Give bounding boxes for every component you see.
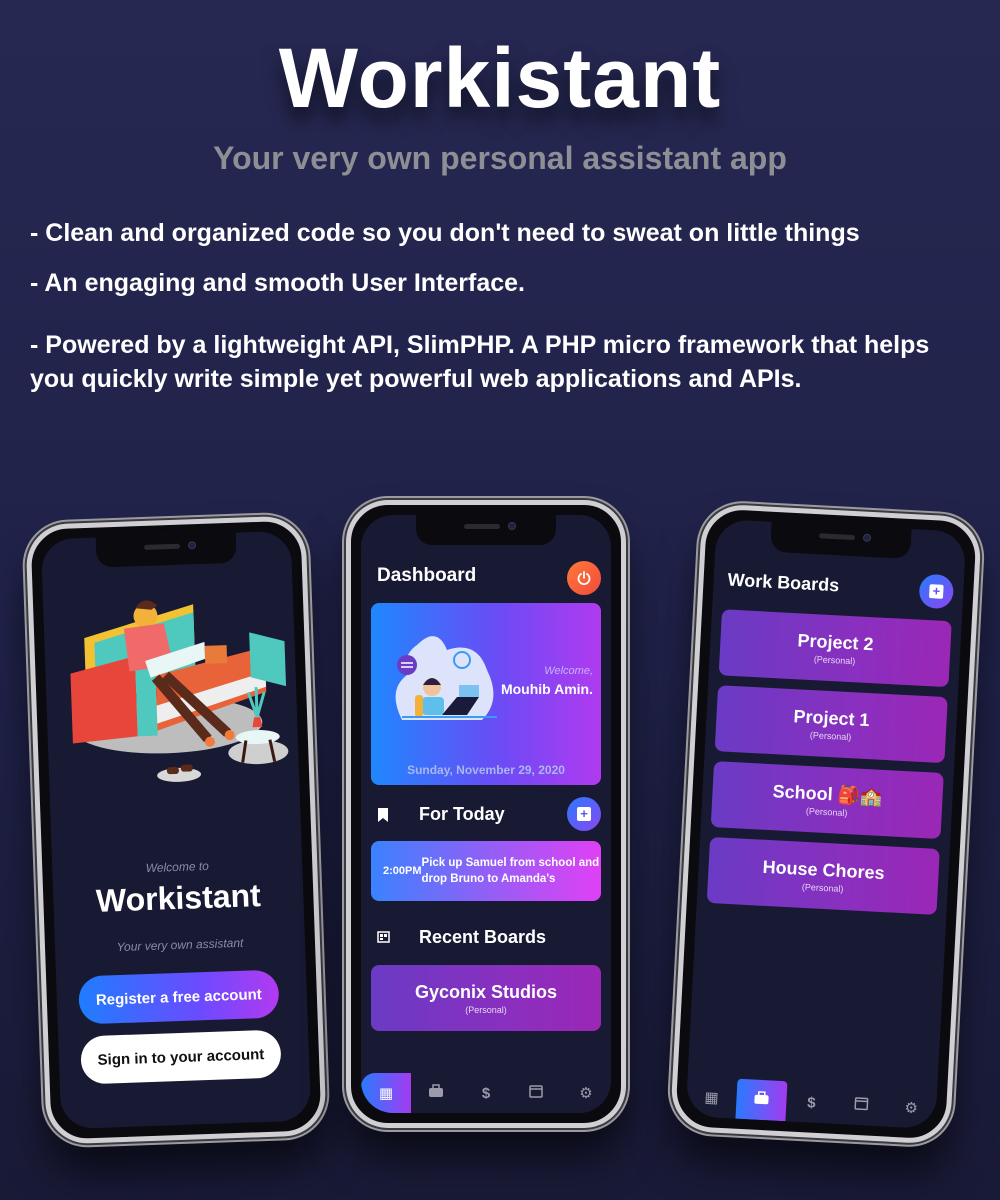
tab-settings[interactable]: ⚙ [561,1073,611,1113]
plus-icon: + [928,583,944,599]
user-name: Mouhib Amin. [500,681,593,697]
boards-icon [377,930,391,945]
dollar-icon: $ [481,1084,491,1102]
tab-boards[interactable] [411,1073,461,1113]
dollar-icon: $ [806,1093,817,1112]
task-time: 2:00PM [383,865,422,877]
register-button[interactable]: Register a free account [78,969,280,1025]
board-type: (Personal) [809,729,852,742]
board-type: (Personal) [805,805,848,818]
tab-boards[interactable] [735,1078,788,1122]
board-card[interactable]: Project 2 (Personal) [718,609,952,688]
add-board-button[interactable]: + [918,573,955,610]
board-name: Project 1 [793,705,871,730]
board-card[interactable]: House Chores (Personal) [706,836,940,915]
board-type: (Personal) [813,653,856,666]
dashboard-icon: ▦ [378,1085,394,1102]
for-today-label: For Today [419,804,505,824]
welcome-card: Welcome, Mouhib Amin. Sunday, November 2… [371,603,601,785]
tab-dashboard[interactable]: ▦ [361,1073,411,1113]
phone-notch [95,532,237,568]
tab-calendar[interactable] [511,1073,561,1113]
tab-finance[interactable]: $ [461,1073,511,1113]
gear-icon: ⚙ [579,1085,593,1102]
power-icon [577,571,591,585]
bottom-tabbar: ▦ $ ⚙ [361,1073,611,1113]
tab-finance[interactable]: $ [785,1081,837,1124]
sofa-illustration [70,600,289,782]
board-name: School 🎒🏫 [772,780,883,807]
recent-boards-heading: Recent Boards [377,927,546,948]
boards-screen: Work Boards + Project 2 (Personal) Proje… [685,518,967,1130]
bookmark-icon [377,807,391,822]
gear-icon: ⚙ [904,1099,919,1118]
app-name: Workistant [95,877,262,919]
phone-dashboard: Dashboard Welcome, Mouhib Amin. Sunday, … [346,500,626,1128]
calendar-icon [854,1096,869,1115]
tab-calendar[interactable] [835,1084,887,1127]
add-task-button[interactable]: + [567,797,601,831]
feature-1: - Clean and organized code so you don't … [30,219,860,247]
tab-dashboard[interactable]: ▦ [686,1076,738,1119]
task-text: Pick up Samuel from school and drop Brun… [421,857,600,885]
tagline: Your very own assistant [116,935,244,955]
hero-title: Workistant [278,31,722,125]
dashboard-screen: Dashboard Welcome, Mouhib Amin. Sunday, … [361,515,611,1113]
bottom-tabbar: ▦ $ ⚙ [686,1076,938,1129]
board-name: House Chores [762,856,886,883]
briefcase-icon [428,1084,444,1102]
for-today-heading: For Today [377,804,505,825]
support-illustration [395,636,497,720]
recent-boards-label: Recent Boards [419,927,547,947]
task-item[interactable]: 2:00PM Pick up Samuel from school and dr… [371,841,601,901]
hero-subtitle: Your very own personal assistant app [213,140,787,176]
welcome-screen: Welcome to Workistant Your very own assi… [40,530,312,1130]
plus-icon: + [577,807,591,821]
feature-2: - An engaging and smooth User Interface. [30,269,525,297]
dashboard-icon: ▦ [703,1089,720,1107]
calendar-icon [529,1084,543,1102]
tab-settings[interactable]: ⚙ [885,1087,937,1130]
logout-button[interactable] [567,561,601,595]
signin-button[interactable]: Sign in to your account [80,1029,282,1085]
board-card[interactable]: Project 1 (Personal) [714,685,948,764]
page-title: Dashboard [377,565,477,586]
briefcase-icon [753,1091,770,1110]
board-name: Project 2 [797,629,875,654]
board-type: (Personal) [465,1004,507,1015]
phone-welcome: Welcome to Workistant Your very own assi… [25,515,327,1145]
phone-notch [770,521,912,560]
current-date: Sunday, November 29, 2020 [407,763,565,777]
page-title: Work Boards [727,569,840,596]
phone-boards: Work Boards + Project 2 (Personal) Proje… [669,503,983,1145]
welcome-label: Welcome, [544,665,593,677]
board-type: (Personal) [801,881,844,894]
board-card[interactable]: School 🎒🏫 (Personal) [710,761,944,840]
feature-3: - Powered by a lightweight API, SlimPHP.… [30,331,930,393]
board-name: Gyconix Studios [414,981,558,1002]
phone-notch [416,515,556,545]
welcome-to-label: Welcome to [145,858,210,876]
board-card[interactable]: Gyconix Studios (Personal) [371,965,601,1031]
